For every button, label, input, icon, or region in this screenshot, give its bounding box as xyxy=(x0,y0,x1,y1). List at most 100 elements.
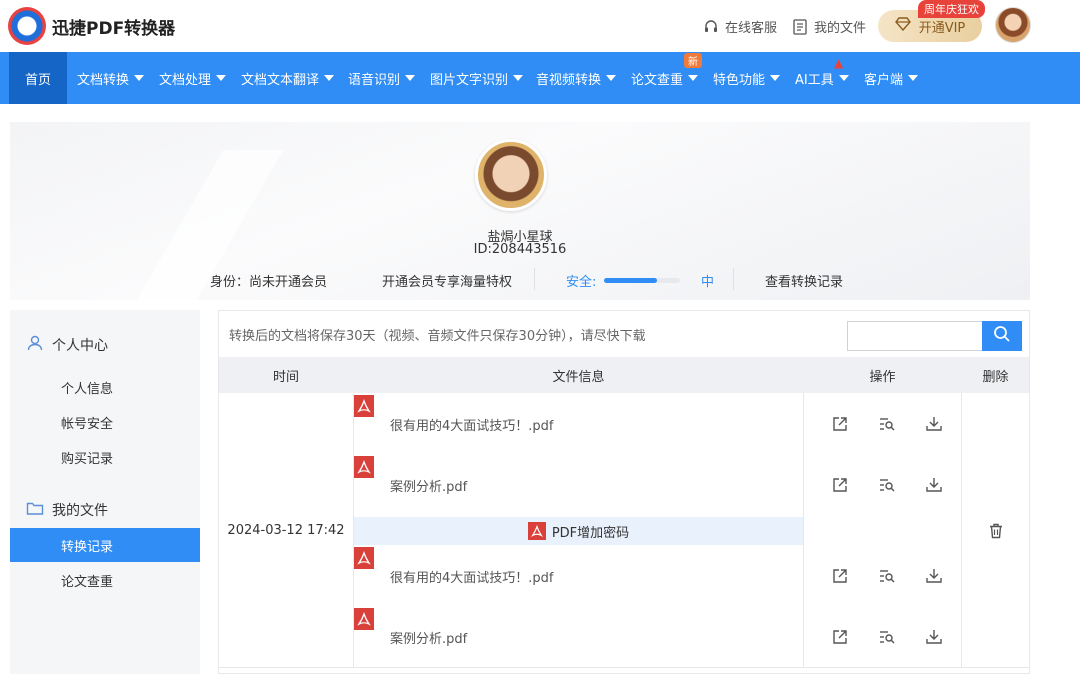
preview-icon[interactable] xyxy=(878,415,896,433)
table-header: 时间 文件信息 操作 删除 xyxy=(219,357,1029,393)
nav-doc-translate[interactable]: 文档文本翻译 xyxy=(241,52,335,104)
column-header-delete: 删除 xyxy=(982,369,1009,385)
my-files-label: 我的文件 xyxy=(814,21,867,36)
divider xyxy=(534,268,535,290)
sidebar-group-my-files[interactable]: 我的文件 xyxy=(26,500,108,520)
sidebar-item-account-security[interactable]: 帐号安全 xyxy=(10,405,200,439)
pdf-file-icon xyxy=(354,456,374,478)
nav-features[interactable]: 特色功能 xyxy=(713,52,781,104)
user-avatar[interactable] xyxy=(995,7,1031,43)
profile-avatar[interactable] xyxy=(475,139,547,211)
file-actions xyxy=(831,628,943,648)
table-row: 案例分析.pdf xyxy=(354,456,803,516)
open-external-icon[interactable] xyxy=(831,415,849,433)
search-icon xyxy=(993,325,1011,347)
view-history-link[interactable]: 查看转换记录 xyxy=(765,271,843,290)
download-icon[interactable] xyxy=(925,567,943,585)
conversion-task-label: PDF增加密码 xyxy=(354,517,803,545)
online-service-link[interactable]: 在线客服 xyxy=(703,17,777,36)
table-row: 很有用的4大面试技巧！.pdf xyxy=(354,547,803,607)
sidebar-item-thesis-check[interactable]: 论文查重 xyxy=(10,563,200,597)
caret-down-icon xyxy=(134,75,145,81)
document-icon xyxy=(792,18,808,35)
sidebar-item-purchase-history[interactable]: 购买记录 xyxy=(10,440,200,474)
security-level-bar xyxy=(604,278,680,283)
caret-down-icon xyxy=(838,75,849,81)
nav-speech-recognition[interactable]: 语音识别 xyxy=(348,52,416,104)
preview-icon[interactable] xyxy=(878,567,896,585)
download-icon[interactable] xyxy=(925,628,943,646)
column-divider xyxy=(803,393,804,668)
preview-icon[interactable] xyxy=(878,476,896,494)
open-vip-label: 开通VIP xyxy=(918,20,966,36)
trash-icon[interactable] xyxy=(987,521,1005,541)
caret-down-icon xyxy=(513,75,524,81)
conversion-history-panel: 转换后的文档将保存30天（视频、音频文件只保存30分钟），请尽快下载 时间 文件… xyxy=(218,310,1030,674)
caret-down-icon xyxy=(688,75,699,81)
pdf-file-icon xyxy=(354,395,374,417)
download-icon[interactable] xyxy=(925,476,943,494)
security-level-text: 中 xyxy=(701,275,715,290)
retention-notice: 转换后的文档将保存30天（视频、音频文件只保存30分钟），请尽快下载 xyxy=(229,329,646,344)
sidebar: 个人中心 个人信息 帐号安全 购买记录 我的文件 转换记录 论文查重 xyxy=(10,310,200,674)
record-time: 2024-03-12 17:42 xyxy=(227,523,345,538)
anniversary-badge: 周年庆狂欢 xyxy=(918,0,985,18)
column-divider xyxy=(961,393,962,668)
column-header-file-info: 文件信息 xyxy=(552,369,605,385)
caret-down-icon xyxy=(606,75,617,81)
headset-icon xyxy=(703,19,719,35)
column-header-time: 时间 xyxy=(272,369,299,385)
download-icon[interactable] xyxy=(925,415,943,433)
my-files-link[interactable]: 我的文件 xyxy=(792,17,866,36)
sidebar-item-personal-info[interactable]: 个人信息 xyxy=(10,370,200,404)
caret-down-icon xyxy=(216,75,227,81)
pdf-encrypt-icon xyxy=(527,522,546,540)
task-name: PDF增加密码 xyxy=(551,525,630,541)
nav-client[interactable]: 客户端 xyxy=(864,52,919,104)
divider xyxy=(733,268,734,290)
top-header: 迅捷PDF转换器 在线客服 我的文件 开通VIP 周年庆狂欢 xyxy=(0,0,1080,52)
search-button[interactable] xyxy=(982,321,1022,351)
user-icon xyxy=(26,334,44,356)
nav-image-ocr[interactable]: 图片文字识别 xyxy=(430,52,524,104)
main-nav: 首页 文档转换 文档处理 文档文本翻译 语音识别 图片文字识别 音视频转换 论文… xyxy=(0,52,1080,104)
nav-av-convert[interactable]: 音视频转换 xyxy=(536,52,617,104)
profile-user-id: ID:208443516 xyxy=(473,242,567,257)
nav-home[interactable]: 首页 xyxy=(9,52,67,104)
pdf-file-icon xyxy=(354,547,374,569)
file-name: 很有用的4大面试技巧！.pdf xyxy=(390,419,554,434)
sidebar-group-label: 我的文件 xyxy=(52,503,108,519)
security-label: 安全: xyxy=(566,275,597,290)
file-actions xyxy=(831,567,943,587)
sidebar-group-label: 个人中心 xyxy=(52,338,108,354)
column-header-actions: 操作 xyxy=(869,369,896,385)
table-row: 案例分析.pdf xyxy=(354,608,803,668)
pdf-file-icon xyxy=(354,608,374,630)
nav-doc-convert[interactable]: 文档转换 xyxy=(77,52,145,104)
row-divider xyxy=(219,667,1029,668)
membership-status: 身份：尚未开通会员 xyxy=(210,275,328,290)
open-external-icon[interactable] xyxy=(831,567,849,585)
open-external-icon[interactable] xyxy=(831,476,849,494)
preview-icon[interactable] xyxy=(878,628,896,646)
caret-down-icon xyxy=(405,75,416,81)
nav-doc-process[interactable]: 文档处理 xyxy=(159,52,227,104)
online-service-label: 在线客服 xyxy=(725,21,778,36)
file-actions xyxy=(831,415,943,435)
hot-icon: ▲ xyxy=(834,56,844,70)
caret-down-icon xyxy=(324,75,335,81)
open-external-icon[interactable] xyxy=(831,628,849,646)
file-name: 很有用的4大面试技巧！.pdf xyxy=(390,571,554,586)
new-badge: 新 xyxy=(684,53,702,68)
caret-down-icon xyxy=(908,75,919,81)
file-name: 案例分析.pdf xyxy=(390,632,468,647)
app-title[interactable]: 迅捷PDF转换器 xyxy=(52,14,175,39)
diamond-icon xyxy=(894,17,911,35)
app-logo[interactable] xyxy=(8,7,46,45)
folder-icon xyxy=(26,500,44,520)
caret-down-icon xyxy=(770,75,781,81)
vip-promo-link[interactable]: 开通会员专享海量特权 xyxy=(382,271,512,290)
sidebar-item-conversion-history[interactable]: 转换记录 xyxy=(10,528,200,562)
sidebar-group-personal-center[interactable]: 个人中心 xyxy=(26,334,108,356)
security-level-fill xyxy=(604,278,658,283)
